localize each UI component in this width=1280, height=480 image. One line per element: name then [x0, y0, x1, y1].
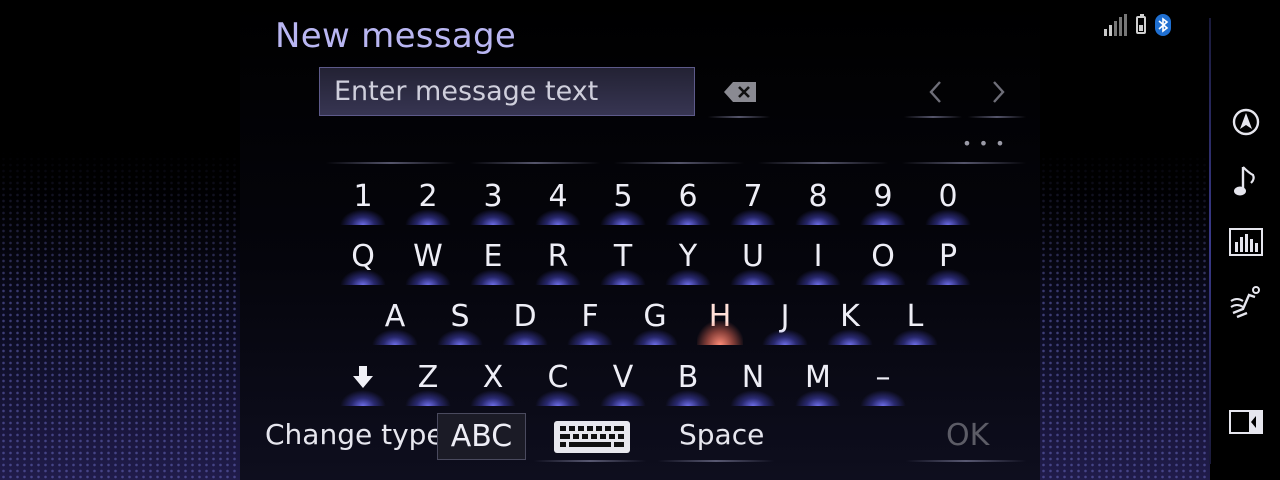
key-y[interactable]: Y: [659, 227, 717, 285]
key-f[interactable]: F: [561, 287, 619, 345]
key-3[interactable]: 3: [464, 167, 522, 225]
key-0[interactable]: 0: [919, 167, 977, 225]
shift-key[interactable]: [334, 348, 392, 406]
key-dash[interactable]: –: [854, 348, 912, 406]
suggestion-slot-4: [758, 162, 888, 164]
key-r[interactable]: R: [529, 227, 587, 285]
bluetooth-icon: [1155, 14, 1171, 36]
key-8[interactable]: 8: [789, 167, 847, 225]
background-glow-right: [1040, 150, 1210, 480]
key-6[interactable]: 6: [659, 167, 717, 225]
chevron-right-icon: [993, 81, 1005, 103]
keyboard-icon: [554, 421, 630, 453]
music-note-icon: [1234, 166, 1255, 196]
equalizer-icon: [1229, 228, 1263, 256]
key-p[interactable]: P: [919, 227, 977, 285]
key-l[interactable]: L: [886, 287, 944, 345]
right-underline: [968, 116, 1026, 118]
key-4[interactable]: 4: [529, 167, 587, 225]
key-a[interactable]: A: [366, 287, 424, 345]
backspace-button[interactable]: [712, 70, 768, 114]
cursor-left-button[interactable]: [910, 70, 960, 114]
rail-climate-button[interactable]: [1226, 282, 1266, 322]
message-input-box[interactable]: [319, 67, 695, 116]
split-screen-icon: [1229, 410, 1263, 434]
suggestion-slot-1: [326, 162, 456, 164]
change-type-label: Change type: [265, 418, 444, 451]
key-5[interactable]: 5: [594, 167, 652, 225]
key-w[interactable]: W: [399, 227, 457, 285]
suggestion-slot-3: [614, 162, 744, 164]
battery-icon: [1136, 14, 1146, 34]
key-n[interactable]: N: [724, 348, 782, 406]
key-u[interactable]: U: [724, 227, 782, 285]
status-bar: [1104, 14, 1171, 36]
rail-navigation-button[interactable]: [1226, 102, 1266, 142]
key-t[interactable]: T: [594, 227, 652, 285]
signal-icon: [1104, 14, 1127, 36]
ok-button[interactable]: OK: [946, 418, 989, 453]
space-button[interactable]: Space: [679, 418, 764, 451]
key-o[interactable]: O: [854, 227, 912, 285]
key-e[interactable]: E: [464, 227, 522, 285]
keyboard-btn-underline: [534, 460, 646, 462]
key-j[interactable]: J: [756, 287, 814, 345]
suggestion-slot-5: [902, 162, 1026, 164]
key-s[interactable]: S: [431, 287, 489, 345]
key-m[interactable]: M: [789, 348, 847, 406]
key-h[interactable]: H: [691, 287, 749, 345]
right-rail-divider: [1209, 18, 1211, 464]
key-v[interactable]: V: [594, 348, 652, 406]
key-i[interactable]: I: [789, 227, 847, 285]
key-g[interactable]: G: [626, 287, 684, 345]
rail-equalizer-button[interactable]: [1226, 222, 1266, 262]
message-input[interactable]: [320, 68, 694, 115]
shift-down-arrow-icon: [353, 366, 373, 388]
suggestion-slot-2: [470, 162, 600, 164]
climate-seat-icon: [1230, 286, 1260, 319]
left-underline: [904, 116, 962, 118]
more-button[interactable]: • • •: [944, 130, 1024, 156]
abc-button[interactable]: ABC: [437, 413, 526, 460]
key-d[interactable]: D: [496, 287, 554, 345]
key-k[interactable]: K: [821, 287, 879, 345]
key-b[interactable]: B: [659, 348, 717, 406]
key-z[interactable]: Z: [399, 348, 457, 406]
key-1[interactable]: 1: [334, 167, 392, 225]
key-x[interactable]: X: [464, 348, 522, 406]
background-glow-left: [0, 150, 240, 480]
key-7[interactable]: 7: [724, 167, 782, 225]
key-q[interactable]: Q: [334, 227, 392, 285]
backspace-underline: [708, 116, 770, 118]
navigation-icon: [1232, 108, 1260, 136]
keyboard-layout-button[interactable]: [550, 416, 634, 458]
space-underline: [658, 460, 774, 462]
page-title: New message: [275, 16, 517, 56]
cursor-right-button[interactable]: [974, 70, 1024, 114]
chevron-left-icon: [929, 81, 941, 103]
key-2[interactable]: 2: [399, 167, 457, 225]
rail-split-screen-button[interactable]: [1226, 402, 1266, 442]
ok-underline: [906, 460, 1026, 462]
key-9[interactable]: 9: [854, 167, 912, 225]
rail-music-button[interactable]: [1226, 162, 1266, 202]
key-c[interactable]: C: [529, 348, 587, 406]
backspace-icon: [724, 82, 756, 102]
